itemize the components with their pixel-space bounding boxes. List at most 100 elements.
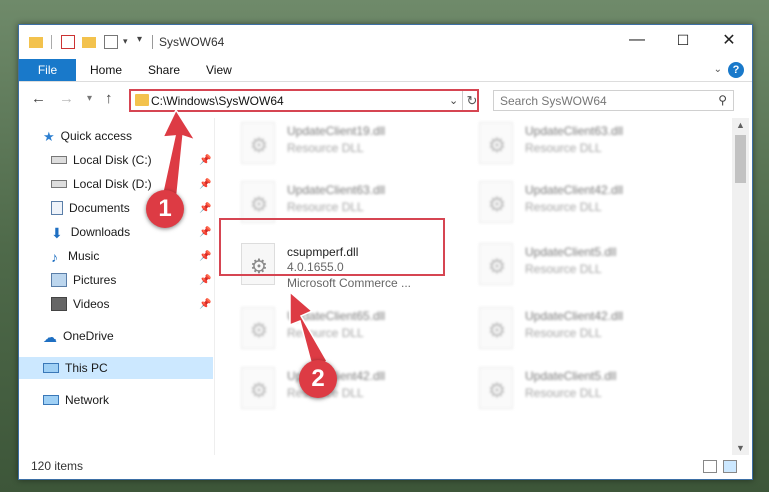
status-bar: 120 items bbox=[19, 455, 752, 479]
file-name: UpdateClient5.dll bbox=[525, 369, 617, 383]
nav-onedrive[interactable]: ☁ OneDrive bbox=[43, 325, 114, 347]
dll-file-icon: ⚙ bbox=[479, 122, 513, 164]
dll-file-icon: ⚙ bbox=[241, 122, 275, 164]
properties-icon[interactable] bbox=[61, 35, 75, 49]
file-list: ⚙ UpdateClient19.dll Resource DLL ⚙ Upda… bbox=[215, 118, 732, 455]
nav-network[interactable]: Network bbox=[43, 389, 109, 411]
dll-file-icon: ⚙ bbox=[241, 181, 275, 223]
file-description: Resource DLL bbox=[287, 326, 364, 340]
pin-icon[interactable]: 📌 bbox=[199, 227, 211, 238]
new-folder-icon[interactable] bbox=[82, 37, 96, 48]
file-item[interactable]: ⚙ UpdateClient5.dll Resource DLL bbox=[477, 239, 702, 289]
details-view-icon[interactable] bbox=[703, 460, 717, 473]
up-arrow-icon[interactable]: ↑ bbox=[105, 90, 113, 107]
scroll-down-icon[interactable]: ▼ bbox=[732, 441, 749, 455]
dll-file-icon: ⚙ bbox=[479, 367, 513, 409]
drive-icon bbox=[51, 156, 67, 164]
nav-item-documents[interactable]: Documents bbox=[51, 197, 130, 219]
nav-label: Quick access bbox=[60, 129, 133, 143]
file-description: Resource DLL bbox=[525, 326, 602, 340]
network-icon bbox=[43, 395, 59, 405]
file-name: UpdateClient42.dll bbox=[525, 309, 624, 323]
pin-icon[interactable]: 📌 bbox=[199, 299, 211, 310]
dll-file-icon: ⚙ bbox=[241, 307, 275, 349]
search-input[interactable]: Search SysWOW64 ⚲ bbox=[493, 90, 734, 111]
address-path: C:\Windows\SysWOW64 bbox=[151, 94, 284, 108]
pin-icon[interactable]: 📌 bbox=[199, 251, 211, 262]
file-company: Microsoft Commerce ... bbox=[287, 276, 412, 290]
file-item[interactable]: ⚙ UpdateClient63.dll Resource DLL bbox=[477, 118, 702, 168]
file-item[interactable]: ⚙ UpdateClient19.dll Resource DLL bbox=[239, 118, 464, 168]
title-bar: ▾ ▾ SysWOW64 — ☐ ✕ bbox=[19, 25, 752, 59]
back-arrow-icon[interactable]: ← bbox=[31, 90, 46, 107]
dll-file-icon: ⚙ bbox=[479, 243, 513, 285]
file-name: UpdateClient65.dll bbox=[287, 309, 386, 323]
address-dropdown-icon[interactable]: ⌄ bbox=[449, 94, 458, 107]
file-item[interactable]: ⚙ UpdateClient42.dll Resource DLL bbox=[477, 303, 702, 353]
nav-item-videos[interactable]: Videos bbox=[51, 293, 109, 315]
nav-label: Network bbox=[65, 393, 110, 407]
tab-file[interactable]: File bbox=[19, 59, 76, 81]
search-placeholder: Search SysWOW64 bbox=[500, 94, 607, 108]
nav-label: This PC bbox=[65, 361, 108, 375]
minimize-button[interactable]: — bbox=[614, 25, 660, 55]
folder-icon bbox=[29, 37, 43, 48]
file-item[interactable]: ⚙ UpdateClient5.dll Resource DLL bbox=[477, 363, 702, 413]
close-button[interactable]: ✕ bbox=[706, 25, 752, 55]
nav-label: Downloads bbox=[70, 225, 131, 239]
nav-item-downloads[interactable]: ⬇ Downloads bbox=[51, 221, 130, 243]
nav-this-pc[interactable]: This PC bbox=[19, 357, 213, 379]
help-icon[interactable]: ? bbox=[728, 62, 744, 78]
nav-item-pictures[interactable]: Pictures bbox=[51, 269, 116, 291]
pictures-icon bbox=[51, 273, 67, 287]
forward-arrow-icon[interactable]: → bbox=[59, 90, 74, 107]
large-icons-view-icon[interactable] bbox=[723, 460, 737, 473]
pin-icon[interactable]: 📌 bbox=[199, 155, 211, 166]
customize-icon[interactable] bbox=[104, 35, 118, 49]
pin-icon[interactable]: 📌 bbox=[199, 275, 211, 286]
expand-ribbon-icon[interactable]: ⌄ bbox=[714, 64, 722, 75]
maximize-button[interactable]: ☐ bbox=[660, 25, 706, 55]
file-name: UpdateClient42.dll bbox=[525, 183, 624, 197]
nav-item-local-disk-d[interactable]: Local Disk (D:) bbox=[51, 173, 152, 195]
pin-icon[interactable]: 📌 bbox=[199, 179, 211, 190]
address-row: ← → ▾ ↑ C:\Windows\SysWOW64 ⌄ ↻ Search S… bbox=[19, 82, 752, 118]
scroll-up-icon[interactable]: ▲ bbox=[732, 118, 749, 132]
file-description: Resource DLL bbox=[287, 141, 364, 155]
tab-view[interactable]: View bbox=[206, 63, 232, 77]
nav-item-music[interactable]: ♪ Music bbox=[51, 245, 99, 267]
file-description: Resource DLL bbox=[525, 386, 602, 400]
file-item[interactable]: ⚙ UpdateClient65.dll Resource DLL bbox=[239, 303, 464, 353]
step-2-badge: 2 bbox=[299, 360, 337, 398]
scrollbar-thumb[interactable] bbox=[735, 135, 746, 183]
search-icon: ⚲ bbox=[718, 93, 727, 107]
tab-share[interactable]: Share bbox=[148, 63, 180, 77]
tab-home[interactable]: Home bbox=[90, 63, 122, 77]
folder-icon bbox=[135, 94, 149, 106]
vertical-scrollbar[interactable]: ▲ ▼ bbox=[732, 118, 749, 455]
videos-icon bbox=[51, 297, 67, 311]
title-separator bbox=[152, 35, 153, 49]
recent-locations-chevron-icon[interactable]: ▾ bbox=[87, 93, 92, 104]
file-item[interactable]: ⚙ UpdateClient42.dll Resource DLL bbox=[239, 363, 464, 413]
chevron-down-icon[interactable]: ▾ bbox=[123, 36, 137, 50]
nav-label: Local Disk (C:) bbox=[73, 153, 152, 167]
documents-icon bbox=[51, 201, 63, 215]
nav-label: OneDrive bbox=[63, 329, 114, 343]
dll-file-icon: ⚙ bbox=[479, 307, 513, 349]
pin-icon[interactable]: 📌 bbox=[199, 203, 211, 214]
nav-item-local-disk-c[interactable]: Local Disk (C:) bbox=[51, 149, 152, 171]
refresh-icon[interactable]: ↻ bbox=[462, 91, 481, 110]
file-item[interactable]: ⚙ UpdateClient42.dll Resource DLL bbox=[477, 177, 702, 227]
step-1-badge: 1 bbox=[146, 190, 184, 228]
file-name: UpdateClient5.dll bbox=[525, 245, 617, 259]
file-description: Resource DLL bbox=[525, 200, 602, 214]
nav-quick-access[interactable]: ★ Quick access bbox=[43, 125, 132, 147]
nav-label: Local Disk (D:) bbox=[73, 177, 152, 191]
quick-access-toolbar-menu-icon[interactable]: ▾ bbox=[137, 34, 151, 48]
computer-icon bbox=[43, 363, 59, 373]
window-title: SysWOW64 bbox=[159, 35, 225, 49]
ribbon-tabs: File Home Share View ⌄ ? bbox=[19, 59, 752, 82]
address-bar[interactable]: C:\Windows\SysWOW64 ⌄ ↻ bbox=[129, 89, 479, 112]
downloads-icon: ⬇ bbox=[51, 225, 63, 241]
